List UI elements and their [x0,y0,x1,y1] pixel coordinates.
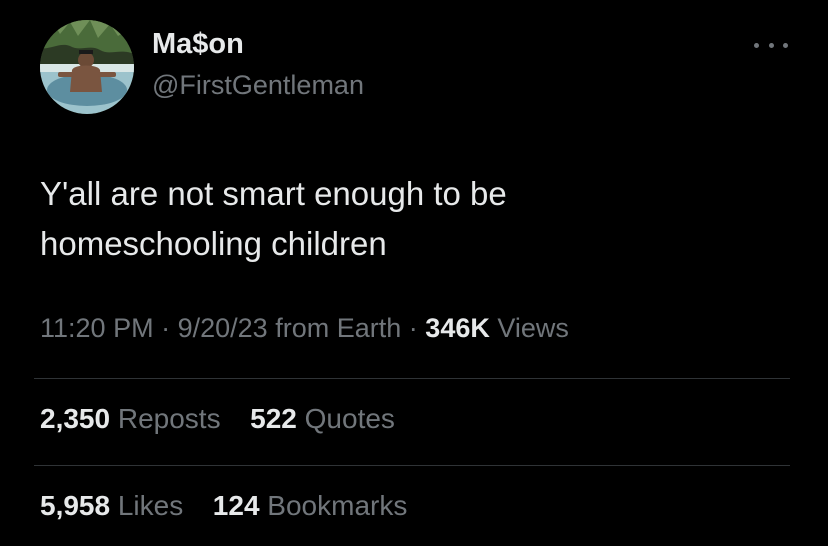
quotes-stat[interactable]: 522 Quotes [250,403,395,434]
reposts-count: 2,350 [40,403,111,434]
more-dot [768,42,774,48]
quotes-count: 522 [250,403,297,434]
more-dot [783,42,788,48]
engagement-row-likes-bookmarks: 5,958 Likes 124 Bookmarks [40,490,407,522]
meta-separator: · [408,313,418,343]
timestamp-date[interactable]: 9/20/23 [178,313,268,343]
bookmarks-label: Bookmarks [267,490,408,521]
tweet-text: Y'all are not smart enough to be homesch… [40,169,780,269]
tweet-text-line: Y'all are not smart enough to be [40,175,507,212]
engagement-row-reposts-quotes: 2,350 Reposts 522 Quotes [40,403,395,435]
likes-label: Likes [117,490,184,521]
views-label: Views [497,313,569,343]
likes-count: 5,958 [40,490,111,521]
tweet-source: from Earth [275,313,402,343]
avatar-photo [40,20,134,114]
display-name[interactable]: Ma$on [152,28,244,61]
avatar[interactable] [40,20,134,114]
reposts-stat[interactable]: 2,350 Reposts [40,403,228,434]
timestamp-time[interactable]: 11:20 PM [40,313,154,343]
more-dot [754,42,759,48]
bookmarks-count: 124 [212,490,260,521]
more-horizontal-icon[interactable] [754,38,788,52]
bookmarks-stat[interactable]: 124 Bookmarks [213,490,408,521]
views-count: 346K [425,313,490,343]
divider [34,465,790,466]
tweet-metadata: 11:20 PM · 9/20/23 from Earth · 346K Vie… [40,313,569,344]
quotes-label: Quotes [304,403,395,434]
user-handle[interactable]: @FirstGentleman [152,70,364,101]
reposts-label: Reposts [117,403,221,434]
tweet-text-line: homeschooling children [40,225,387,262]
divider [34,378,790,379]
meta-separator: · [161,313,171,343]
likes-stat[interactable]: 5,958 Likes [40,490,191,521]
